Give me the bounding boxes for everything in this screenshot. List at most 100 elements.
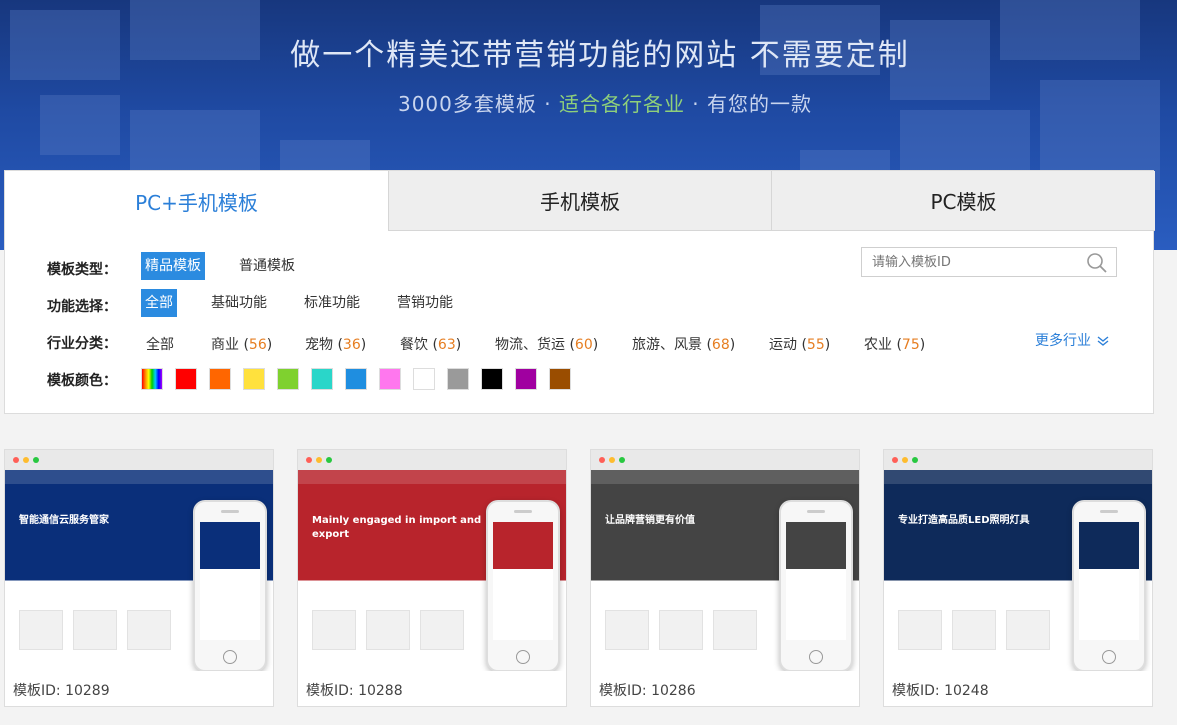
color-swatch[interactable] — [277, 368, 299, 390]
industry-option-sports[interactable]: 运动 (55) — [765, 331, 834, 359]
color-swatch[interactable] — [209, 368, 231, 390]
template-card[interactable]: 专业打造高品质LED照明灯具模板ID: 10248 — [883, 449, 1153, 707]
preview-banner-text: Mainly engaged in import and export — [312, 515, 482, 540]
industry-count: 75 — [901, 337, 920, 353]
preview-content-block — [366, 610, 410, 650]
industry-name: 商业 — [211, 337, 239, 353]
window-dot-icon — [892, 457, 898, 463]
home-button-icon — [223, 650, 237, 664]
function-option-marketing[interactable]: 营销功能 — [393, 289, 457, 317]
preview-content-block — [605, 610, 649, 650]
industry-count: 55 — [806, 337, 825, 353]
hero-subtitle: 3000多套模板 · 适合各行各业 · 有您的一款 — [0, 88, 1177, 117]
template-id-search — [861, 247, 1117, 277]
industry-option-catering[interactable]: 餐饮 (63) — [396, 331, 465, 359]
color-label: 模板颜色： — [47, 373, 117, 389]
window-dot-icon — [33, 457, 39, 463]
more-industries-link[interactable]: 更多行业 — [1035, 330, 1109, 350]
preview-content-block — [659, 610, 703, 650]
color-swatch[interactable] — [413, 368, 435, 390]
color-swatch[interactable] — [447, 368, 469, 390]
browser-bar — [5, 450, 273, 470]
preview-navbar — [591, 470, 859, 484]
window-dot-icon — [902, 457, 908, 463]
tab-mobile[interactable]: 手机模板 — [388, 171, 771, 231]
phone-mockup — [779, 500, 853, 671]
color-swatch[interactable] — [379, 368, 401, 390]
window-dot-icon — [23, 457, 29, 463]
preview-banner-text: 让品牌营销更有价值 — [605, 515, 695, 526]
industry-count: 56 — [248, 337, 267, 353]
preview-banner-text: 智能通信云服务管家 — [19, 515, 109, 526]
industry-name: 餐饮 — [400, 337, 428, 353]
industry-name: 宠物 — [305, 337, 333, 353]
template-card[interactable]: 智能通信云服务管家 模板ID: 10289 — [4, 449, 274, 707]
phone-mockup — [486, 500, 560, 671]
template-card[interactable]: Mainly engaged in import and export 模板ID:… — [297, 449, 567, 707]
industry-option-travel[interactable]: 旅游、风景 (68) — [628, 331, 739, 359]
type-option-normal[interactable]: 普通模板 — [235, 252, 299, 280]
color-swatch[interactable] — [175, 368, 197, 390]
window-dot-icon — [306, 457, 312, 463]
window-dot-icon — [609, 457, 615, 463]
home-button-icon — [516, 650, 530, 664]
phone-speaker — [807, 510, 825, 513]
template-preview[interactable]: Mainly engaged in import and export — [298, 470, 566, 671]
color-swatch[interactable] — [311, 368, 333, 390]
color-swatch[interactable] — [515, 368, 537, 390]
search-icon[interactable] — [1086, 252, 1108, 274]
phone-speaker — [1100, 510, 1118, 513]
browser-bar — [591, 450, 859, 470]
industry-name: 全部 — [146, 337, 174, 353]
preview-content-block — [73, 610, 117, 650]
tab-pc[interactable]: PC模板 — [771, 171, 1155, 231]
type-option-premium[interactable]: 精品模板 — [141, 252, 205, 280]
industry-name: 农业 — [864, 337, 892, 353]
phone-speaker — [221, 510, 239, 513]
color-swatch[interactable] — [481, 368, 503, 390]
template-id-caption: 模板ID: 10248 — [892, 683, 989, 699]
phone-screen — [1079, 522, 1139, 640]
home-button-icon — [809, 650, 823, 664]
industry-name: 旅游、风景 — [632, 337, 702, 353]
window-dot-icon — [316, 457, 322, 463]
window-dot-icon — [599, 457, 605, 463]
preview-content-block — [312, 610, 356, 650]
preview-content-block — [952, 610, 996, 650]
template-card[interactable]: 让品牌营销更有价值模板ID: 10286 — [590, 449, 860, 707]
industry-option-commerce[interactable]: 商业 (56) — [207, 331, 276, 359]
template-preview[interactable]: 让品牌营销更有价值 — [591, 470, 859, 671]
tab-pc-mobile[interactable]: PC+手机模板 — [5, 171, 388, 231]
industry-count: 60 — [574, 337, 593, 353]
template-tabs: PC+手机模板 手机模板 PC模板 — [5, 171, 1155, 231]
function-option-basic[interactable]: 基础功能 — [207, 289, 271, 317]
preview-navbar — [5, 470, 273, 484]
color-swatch[interactable] — [549, 368, 571, 390]
color-swatch[interactable] — [243, 368, 265, 390]
search-input[interactable] — [862, 248, 1072, 276]
industry-option-pet[interactable]: 宠物 (36) — [301, 331, 370, 359]
function-option-standard[interactable]: 标准功能 — [300, 289, 364, 317]
template-id-caption: 模板ID: 10286 — [599, 683, 696, 699]
phone-speaker — [514, 510, 532, 513]
template-preview[interactable]: 智能通信云服务管家 — [5, 470, 273, 671]
preview-content-block — [898, 610, 942, 650]
industry-option-all[interactable]: 全部 — [142, 331, 178, 359]
template-preview[interactable]: 专业打造高品质LED照明灯具 — [884, 470, 1152, 671]
industry-count: 63 — [437, 337, 456, 353]
industry-label: 行业分类： — [47, 336, 117, 352]
function-option-all[interactable]: 全部 — [141, 289, 177, 317]
color-swatch[interactable] — [141, 368, 163, 390]
window-dot-icon — [619, 457, 625, 463]
function-label: 功能选择： — [47, 299, 117, 315]
home-button-icon — [1102, 650, 1116, 664]
color-swatch[interactable] — [345, 368, 367, 390]
preview-content-block — [19, 610, 63, 650]
window-dot-icon — [13, 457, 19, 463]
industry-option-agriculture[interactable]: 农业 (75) — [860, 331, 929, 359]
preview-banner-text: 专业打造高品质LED照明灯具 — [898, 515, 1030, 526]
phone-screen — [786, 522, 846, 640]
template-id-caption: 模板ID: 10288 — [306, 683, 403, 699]
industry-option-logistics[interactable]: 物流、货运 (60) — [491, 331, 602, 359]
window-dot-icon — [326, 457, 332, 463]
